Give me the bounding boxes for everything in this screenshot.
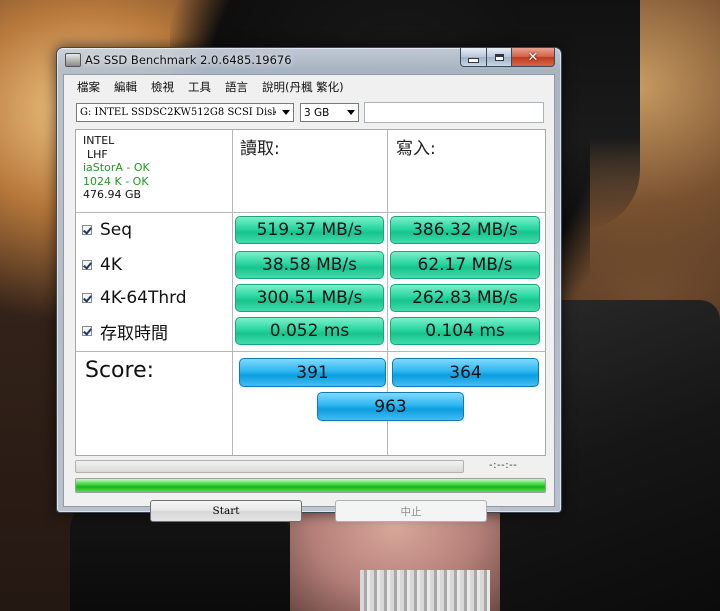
test-label: Seq <box>100 220 133 240</box>
write-column-header: 寫入: <box>396 139 436 159</box>
menu-edit[interactable]: 編輯 <box>107 75 144 97</box>
test-row-4k64thrd: 4K-64Thrd <box>80 283 187 313</box>
grid-divider <box>232 130 233 455</box>
drive-select[interactable]: G: INTEL SSDSC2KW512G8 SCSI Disk D <box>76 103 294 122</box>
overall-progress-bar <box>75 478 546 493</box>
window-title: AS SSD Benchmark 2.0.6485.19676 <box>85 53 292 67</box>
window-client-area: 檔案 編輯 檢視 工具 語言 說明(丹楓 繁化) G: INTEL SSDSC2… <box>63 74 555 522</box>
app-icon <box>65 53 81 67</box>
benchmark-window: AS SSD Benchmark 2.0.6485.19676 ✕ 檔案 編輯 … <box>56 47 562 522</box>
drive-firmware: LHF <box>87 147 108 161</box>
4k-read-result: 38.58 MB/s <box>235 251 384 279</box>
menu-language[interactable]: 語言 <box>218 75 255 97</box>
stop-button[interactable]: 中止 <box>335 500 487 522</box>
access-time-write-result: 0.104 ms <box>390 317 540 345</box>
access-time-checkbox[interactable] <box>82 326 92 336</box>
grid-divider <box>76 212 545 213</box>
minimize-icon <box>468 57 479 63</box>
total-score: 963 <box>317 392 464 421</box>
drive-capacity: 476.94 GB <box>83 188 142 201</box>
chevron-down-icon <box>347 110 355 115</box>
title-bar[interactable]: AS SSD Benchmark 2.0.6485.19676 ✕ <box>57 48 561 72</box>
grid-divider <box>76 351 545 352</box>
elapsed-timer: -:--:-- <box>489 460 518 471</box>
test-progress-bar <box>75 460 464 473</box>
4k-write-result: 62.17 MB/s <box>390 251 540 279</box>
close-button[interactable]: ✕ <box>512 48 555 67</box>
access-time-read-result: 0.052 ms <box>235 317 384 345</box>
menu-view[interactable]: 檢視 <box>144 75 181 97</box>
maximize-icon <box>494 53 504 61</box>
background-garment <box>360 570 490 611</box>
test-size-select[interactable]: 3 GB <box>300 103 359 122</box>
test-row-access-time: 存取時間 <box>80 316 168 346</box>
seq-write-result: 386.32 MB/s <box>390 216 540 244</box>
drive-model: INTEL <box>83 134 115 147</box>
read-column-header: 讀取: <box>240 139 280 159</box>
menu-file[interactable]: 檔案 <box>70 75 107 97</box>
menu-tools[interactable]: 工具 <box>181 75 218 97</box>
menu-help[interactable]: 說明(丹楓 繁化) <box>255 75 351 97</box>
minimize-button[interactable] <box>460 48 487 67</box>
write-score: 364 <box>392 358 539 387</box>
chevron-down-icon <box>282 110 290 115</box>
score-label: Score: <box>85 358 155 383</box>
4k64thrd-read-result: 300.51 MB/s <box>235 284 384 312</box>
test-label: 4K-64Thrd <box>100 288 187 308</box>
seq-read-result: 519.37 MB/s <box>235 216 384 244</box>
test-row-4k: 4K <box>80 250 122 280</box>
read-score: 391 <box>239 358 386 387</box>
start-button[interactable]: Start <box>150 500 302 522</box>
drive-info: INTEL LHF iaStorA - OK 1024 K - OK 476.9… <box>83 134 150 202</box>
drive-select-value: G: INTEL SSDSC2KW512G8 SCSI Disk D <box>80 107 276 118</box>
menu-bar: 檔案 編輯 檢視 工具 語言 說明(丹楓 繁化) <box>64 75 554 97</box>
alignment-status: 1024 K - OK <box>83 174 149 188</box>
test-label: 4K <box>100 255 122 275</box>
close-icon: ✕ <box>527 49 539 65</box>
window-controls: ✕ <box>460 48 555 67</box>
maximize-button[interactable] <box>487 48 512 67</box>
status-text-field[interactable] <box>364 102 544 123</box>
4k64thrd-checkbox[interactable] <box>82 293 92 303</box>
4k-checkbox[interactable] <box>82 260 92 270</box>
4k64thrd-write-result: 262.83 MB/s <box>390 284 540 312</box>
seq-checkbox[interactable] <box>82 225 92 235</box>
driver-status: iaStorA - OK <box>83 161 150 174</box>
results-grid: INTEL LHF iaStorA - OK 1024 K - OK 476.9… <box>75 129 546 456</box>
test-row-seq: Seq <box>80 215 132 245</box>
test-label: 存取時間 <box>100 323 168 344</box>
test-size-value: 3 GB <box>304 107 330 119</box>
progress-fill <box>76 479 545 492</box>
